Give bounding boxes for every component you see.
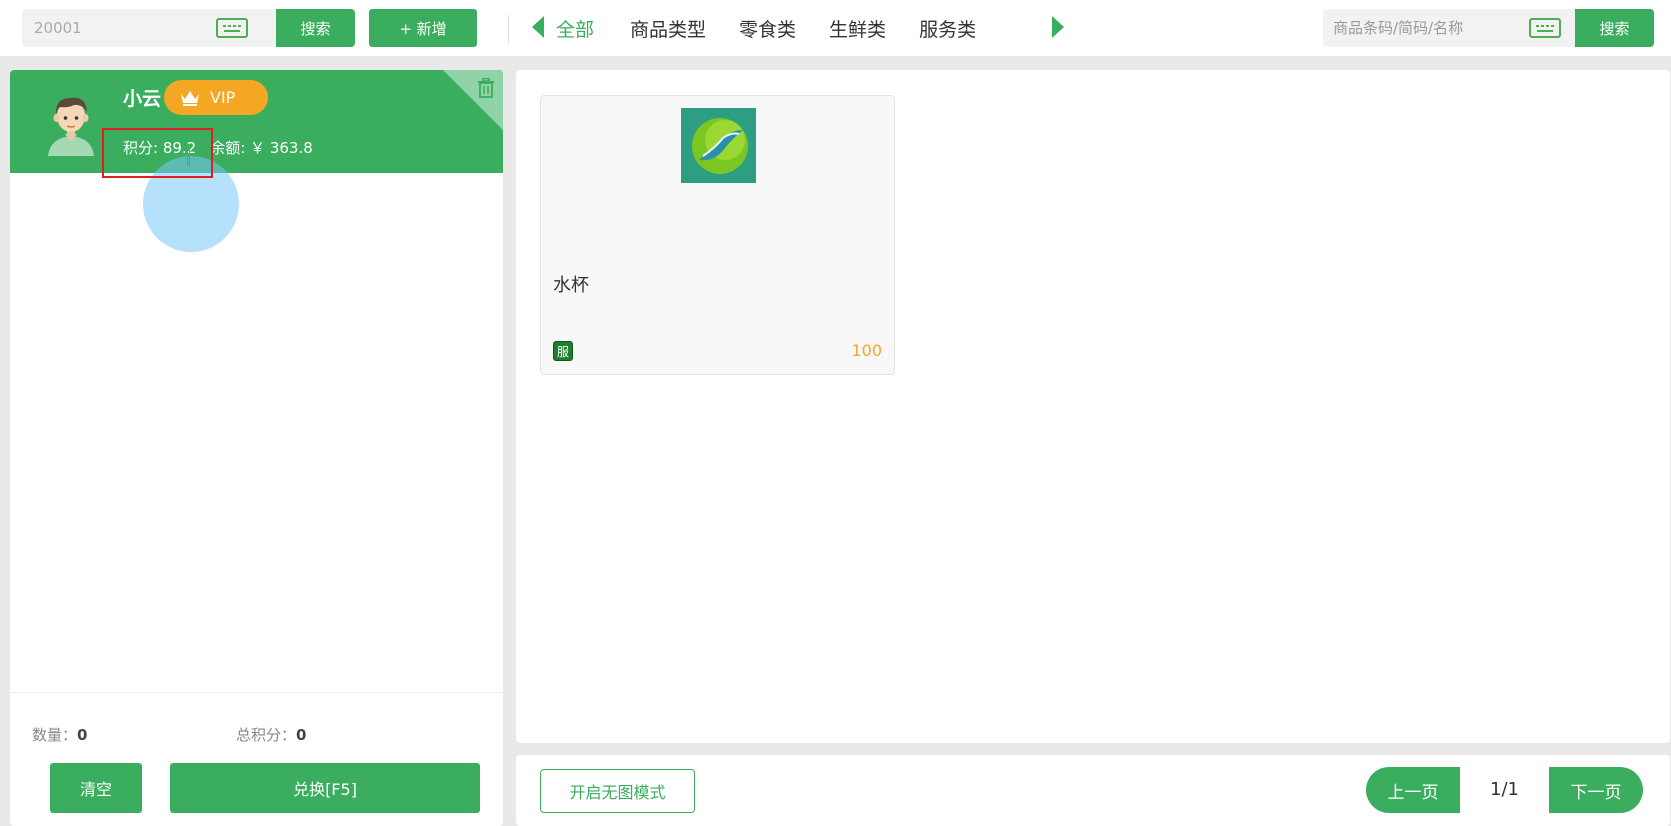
product-points: 100	[851, 341, 882, 360]
trash-icon[interactable]	[477, 78, 495, 98]
product-grid: 水杯 服 100	[516, 70, 1670, 743]
pagination-bar: 开启无图模式 上一页 1/1 下一页	[516, 755, 1670, 826]
goods-search-box: 搜索	[1323, 9, 1654, 47]
member-search-input[interactable]	[22, 9, 222, 47]
member-search-box: 搜索	[22, 9, 355, 47]
exchange-button[interactable]: 兑换[F5]	[170, 763, 480, 813]
total-points-value: 0	[296, 726, 307, 744]
goods-search-input[interactable]	[1323, 9, 1513, 47]
keyboard-icon[interactable]	[1529, 18, 1561, 38]
vip-label: VIP	[210, 88, 236, 107]
category-next-arrow-icon[interactable]	[1052, 16, 1064, 38]
no-image-mode-button[interactable]: 开启无图模式	[540, 769, 695, 813]
total-points-label: 总积分：	[236, 726, 297, 744]
tab-snacks[interactable]: 零食类	[739, 15, 796, 42]
tab-goods-type[interactable]: 商品类型	[630, 15, 706, 42]
quantity-value: 0	[77, 726, 88, 744]
product-name: 水杯	[553, 275, 589, 296]
member-name: 小云	[123, 88, 162, 110]
member-card: 小云 VIP 积分: 89.2 余额: ￥ 363.8	[10, 70, 503, 173]
goods-search-button[interactable]: 搜索	[1575, 9, 1654, 47]
top-bar: 搜索 + 新增 全部 商品类型 零食类 生鲜类 服务类 搜索	[0, 0, 1671, 56]
category-prev-arrow-icon[interactable]	[532, 16, 544, 38]
member-balance: 余额: ￥ 363.8	[210, 139, 313, 157]
tab-all[interactable]: 全部	[556, 15, 594, 42]
divider	[508, 15, 509, 43]
tab-fresh[interactable]: 生鲜类	[829, 15, 886, 42]
category-tabs: 全部 商品类型 零食类 生鲜类 服务类	[556, 0, 1009, 56]
add-member-button[interactable]: + 新增	[369, 9, 477, 47]
divider	[10, 692, 503, 693]
avatar	[48, 97, 94, 156]
crown-icon	[181, 90, 199, 106]
tab-service[interactable]: 服务类	[919, 15, 976, 42]
member-search-button[interactable]: 搜索	[276, 9, 355, 47]
text-cursor-icon	[187, 144, 190, 166]
clear-button[interactable]: 清空	[50, 763, 142, 813]
product-image	[681, 108, 756, 183]
page-indicator: 1/1	[1490, 779, 1519, 800]
service-tag: 服	[553, 341, 573, 361]
next-page-button[interactable]: 下一页	[1549, 767, 1643, 813]
product-card[interactable]: 水杯 服 100	[540, 95, 895, 375]
total-points-stat: 总积分：0	[236, 724, 306, 745]
quantity-stat: 数量：0	[32, 724, 87, 745]
prev-page-button[interactable]: 上一页	[1366, 767, 1460, 813]
keyboard-icon[interactable]	[216, 18, 248, 38]
highlight-box	[102, 128, 213, 178]
cart-panel: 小云 VIP 积分: 89.2 余额: ￥ 363.8 数量：0 总积分：0 清空…	[10, 70, 503, 826]
quantity-label: 数量：	[32, 726, 78, 744]
vip-badge: VIP	[164, 80, 268, 115]
